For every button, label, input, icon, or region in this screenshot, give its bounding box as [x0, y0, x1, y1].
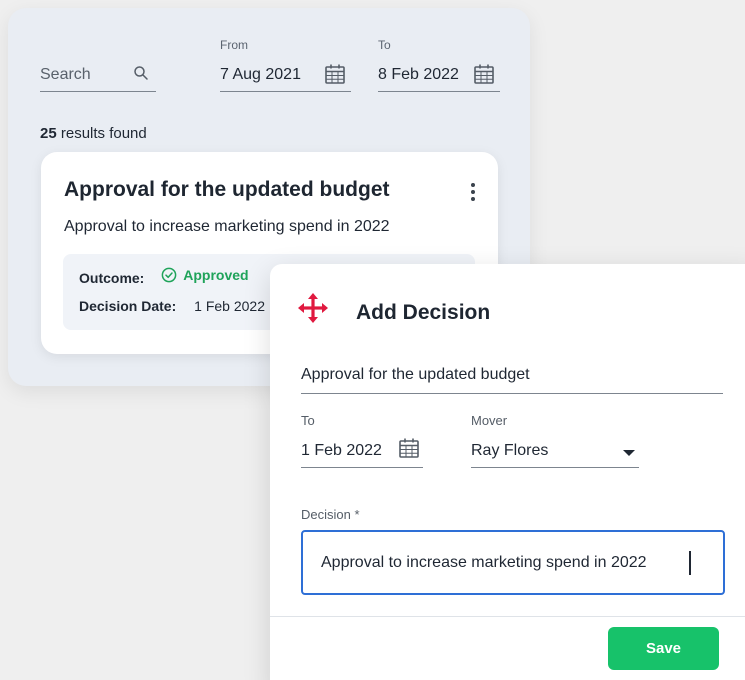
- to-value: 8 Feb 2022: [378, 66, 459, 83]
- modal-divider: [270, 616, 745, 617]
- search-icon[interactable]: [132, 64, 150, 82]
- results-number: 25: [40, 125, 57, 142]
- decision-title: Approval for the updated budget: [64, 178, 390, 201]
- add-decision-modal: Add Decision Approval for the updated bu…: [270, 264, 745, 680]
- move-arrows-icon[interactable]: [298, 293, 328, 323]
- from-value: 7 Aug 2021: [220, 66, 301, 83]
- decision-description: Approval to increase marketing spend in …: [64, 218, 390, 235]
- to-label: To: [301, 413, 315, 428]
- calendar-icon[interactable]: [397, 436, 421, 460]
- save-button[interactable]: Save: [608, 627, 719, 670]
- to-value: 1 Feb 2022: [301, 442, 382, 459]
- outcome-label: Outcome:: [79, 270, 145, 286]
- outcome-row: Outcome: Approved: [79, 267, 249, 286]
- more-vertical-icon[interactable]: [470, 182, 476, 202]
- to-label: To: [378, 38, 391, 52]
- outcome-value: Approved: [183, 267, 249, 283]
- results-suffix: results found: [56, 125, 147, 142]
- decision-date-label: Decision Date:: [79, 298, 177, 314]
- calendar-icon[interactable]: [472, 62, 496, 86]
- text-cursor: [689, 551, 691, 575]
- results-count: 25 results found: [40, 125, 147, 142]
- to-date-field[interactable]: To 8 Feb 2022: [378, 38, 500, 92]
- decision-value: Approval to increase marketing spend in …: [321, 554, 647, 571]
- mover-select[interactable]: Mover Ray Flores: [471, 413, 639, 468]
- status-badge: Approved: [161, 267, 249, 283]
- subject-value: Approval for the updated budget: [301, 366, 530, 383]
- calendar-icon[interactable]: [323, 62, 347, 86]
- decision-date-value: 1 Feb 2022: [194, 298, 265, 314]
- from-date-field[interactable]: From 7 Aug 2021: [220, 38, 351, 92]
- decision-label: Decision *: [301, 507, 360, 522]
- check-circle-icon: [161, 267, 177, 283]
- decision-to-date-field[interactable]: To 1 Feb 2022: [301, 413, 423, 468]
- subject-field[interactable]: Approval for the updated budget: [301, 362, 723, 394]
- mover-value: Ray Flores: [471, 442, 549, 459]
- decision-textarea[interactable]: Approval to increase marketing spend in …: [301, 530, 725, 595]
- from-label: From: [220, 38, 248, 52]
- decision-date-row: Decision Date: 1 Feb 2022: [79, 298, 265, 314]
- search-input[interactable]: Search: [40, 62, 156, 92]
- modal-title: Add Decision: [356, 301, 491, 324]
- search-placeholder: Search: [40, 66, 91, 83]
- caret-down-icon[interactable]: [623, 450, 635, 456]
- mover-label: Mover: [471, 413, 508, 428]
